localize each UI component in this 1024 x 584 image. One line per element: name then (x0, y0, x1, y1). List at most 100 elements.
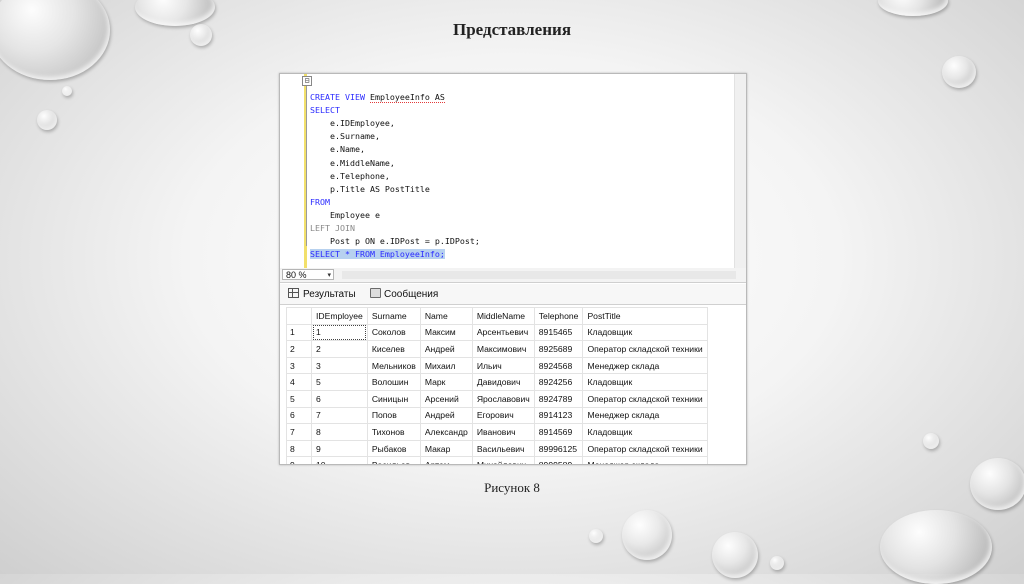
row-number[interactable]: 1 (286, 323, 312, 342)
table-cell[interactable]: Егорович (471, 406, 535, 425)
table-cell[interactable]: Ильич (471, 356, 535, 375)
table-cell[interactable]: 8914569 (533, 423, 584, 441)
column-header[interactable]: MiddleName (471, 307, 535, 325)
code-line: Post p ON e.IDPost = p.IDPost; (329, 236, 480, 247)
water-drop-decoration (770, 556, 784, 570)
table-cell[interactable]: Рыбаков (366, 439, 421, 458)
table-cell[interactable]: Арсентьевич (471, 323, 535, 342)
table-cell[interactable]: Артем (419, 456, 473, 464)
table-cell[interactable]: Кладовщик (582, 323, 708, 342)
sql-code[interactable]: CREATE VIEW EmployeeInfo AS SELECT e.IDE… (310, 78, 480, 274)
row-number[interactable]: 8 (286, 439, 312, 458)
column-header[interactable]: IDEmployee (311, 307, 368, 325)
zoom-bar: 80 % ▾ (280, 268, 746, 283)
table-cell[interactable]: Иванович (471, 423, 535, 441)
table-cell[interactable]: Тихонов (366, 423, 421, 441)
editor-gutter (280, 74, 302, 268)
row-number[interactable]: 2 (286, 340, 312, 358)
table-cell[interactable]: Киселев (366, 340, 421, 358)
table-cell[interactable]: 89996125 (533, 439, 584, 458)
table-cell[interactable]: 8924568 (533, 356, 584, 375)
table-cell[interactable]: Попов (366, 406, 421, 425)
table-cell[interactable]: 1 (311, 323, 368, 342)
grid-corner[interactable] (286, 307, 312, 325)
table-cell[interactable]: Андрей (419, 340, 473, 358)
water-drop-decoration (589, 529, 603, 543)
table-cell[interactable]: Оператор складской техники (582, 389, 708, 408)
table-cell[interactable]: Васильев (366, 456, 421, 464)
water-drop-decoration (880, 510, 992, 584)
row-number[interactable]: 3 (286, 356, 312, 375)
table-cell[interactable]: 8924256 (533, 373, 584, 391)
table-cell[interactable]: Ярославович (471, 389, 535, 408)
table-cell[interactable]: 8 (311, 423, 368, 441)
code-line: p.Title AS PostTitle (329, 183, 430, 194)
table-cell[interactable]: Менеджер склада (582, 406, 708, 425)
table-cell[interactable]: Кладовщик (582, 423, 708, 441)
results-grid: IDEmployee Surname Name MiddleName Telep… (286, 307, 708, 464)
table-cell[interactable]: Максимович (471, 340, 535, 358)
table-cell[interactable]: 6 (311, 389, 368, 408)
table-cell[interactable]: 10 (311, 456, 368, 464)
table-cell[interactable]: Максим (419, 323, 473, 342)
code-line: e.IDEmployee, (329, 118, 395, 129)
table-row: 1 1 Соколов Максим Арсентьевич 8915465 К… (286, 323, 708, 342)
chevron-down-icon[interactable]: ▾ (327, 270, 331, 281)
table-cell[interactable]: 8914123 (533, 406, 584, 425)
table-cell[interactable]: 8925689 (533, 340, 584, 358)
zoom-select[interactable]: 80 % ▾ (282, 269, 334, 280)
row-number[interactable]: 5 (286, 389, 312, 408)
row-number[interactable]: 4 (286, 373, 312, 391)
table-cell[interactable]: 8924789 (533, 389, 584, 408)
table-cell[interactable]: 5 (311, 373, 368, 391)
water-drop-decoration (923, 433, 939, 449)
table-cell[interactable]: Давидович (471, 373, 535, 391)
table-cell[interactable]: 3 (311, 356, 368, 375)
code-line: LEFT JOIN (310, 223, 355, 234)
table-cell[interactable]: Мельников (366, 356, 421, 375)
editor-vertical-scrollbar[interactable] (734, 74, 746, 268)
code-line-selected: SELECT * FROM EmployeeInfo; (310, 249, 445, 260)
water-drop-decoration (62, 86, 72, 96)
fold-guide-line (306, 86, 307, 246)
table-cell[interactable]: Макар (419, 439, 473, 458)
column-header[interactable]: Name (419, 307, 473, 325)
table-cell[interactable]: Волошин (366, 373, 421, 391)
results-tabs: Результаты Сообщения (280, 284, 746, 305)
water-drop-decoration (622, 510, 672, 560)
table-row: 3 3 Мельников Михаил Ильич 8924568 Менед… (286, 356, 708, 375)
table-cell[interactable]: 7 (311, 406, 368, 425)
table-cell[interactable]: Менеджер склада (582, 356, 708, 375)
row-number[interactable]: 6 (286, 406, 312, 425)
row-number[interactable]: 9 (286, 456, 312, 464)
table-cell[interactable]: Оператор складской техники (582, 340, 708, 358)
editor-horizontal-scrollbar[interactable] (342, 271, 736, 279)
slide-title: Представления (452, 20, 572, 39)
column-header[interactable]: PostTitle (582, 307, 708, 325)
table-cell[interactable]: Соколов (366, 323, 421, 342)
column-header[interactable]: Telephone (533, 307, 584, 325)
table-cell[interactable]: Михаил (419, 356, 473, 375)
table-cell[interactable]: Марк (419, 373, 473, 391)
water-drop-decoration (942, 56, 976, 88)
row-number[interactable]: 7 (286, 423, 312, 441)
table-cell[interactable]: Андрей (419, 406, 473, 425)
table-cell[interactable]: 8915465 (533, 323, 584, 342)
water-drop-decoration (37, 110, 57, 130)
tab-messages[interactable]: Сообщения (370, 288, 438, 300)
table-cell[interactable]: Михайлович (471, 456, 535, 464)
table-cell[interactable]: Оператор складской техники (582, 439, 708, 458)
column-header[interactable]: Surname (366, 307, 421, 325)
table-cell[interactable]: 9 (311, 439, 368, 458)
table-cell[interactable]: Арсений (419, 389, 473, 408)
table-cell[interactable]: 2 (311, 340, 368, 358)
table-cell[interactable]: Кладовщик (582, 373, 708, 391)
table-cell[interactable]: Александр (419, 423, 473, 441)
water-drop-decoration (0, 0, 110, 80)
query-editor[interactable]: ⊟ CREATE VIEW EmployeeInfo AS SELECT e.I… (280, 74, 746, 269)
table-cell[interactable]: Васильевич (471, 439, 535, 458)
table-cell[interactable]: 8999589 (533, 456, 584, 464)
tab-results[interactable]: Результаты (288, 288, 356, 300)
table-cell[interactable]: Синицын (366, 389, 421, 408)
table-cell[interactable]: Менеджер склада (582, 456, 708, 464)
